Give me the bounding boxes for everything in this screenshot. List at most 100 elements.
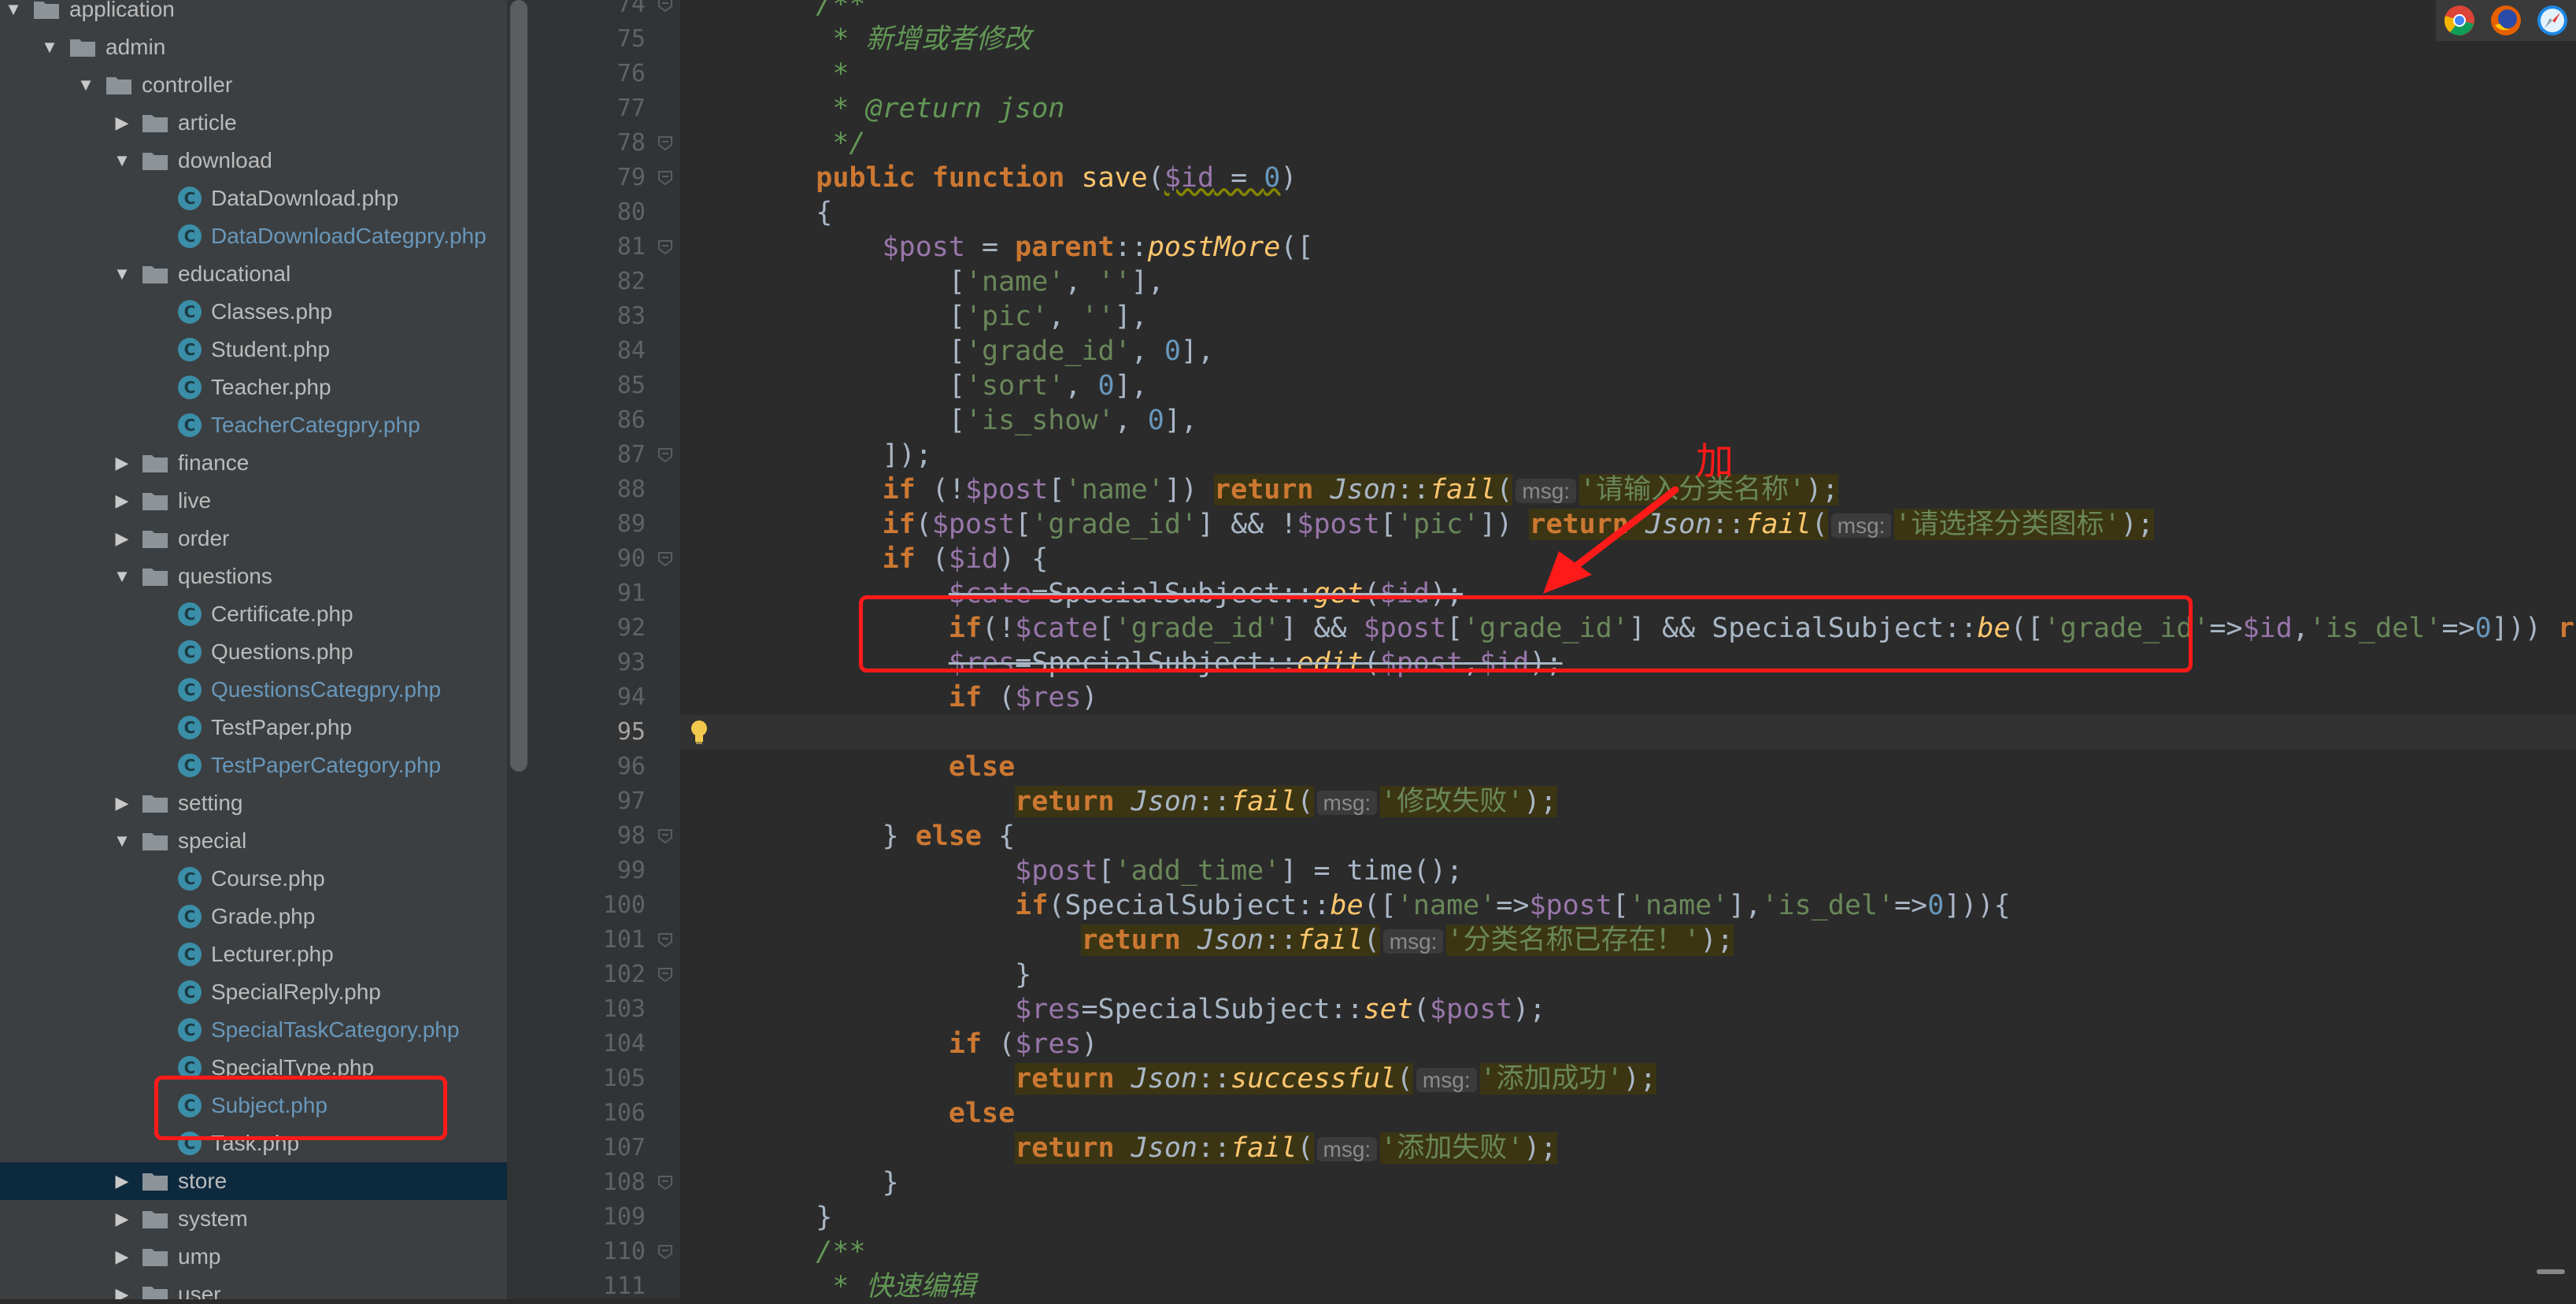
code-line[interactable]: return Json::fail(msg: '添加失败'); (680, 1131, 2576, 1165)
tree-folder[interactable]: ▶ live (0, 482, 507, 520)
tree-folder[interactable]: ▶ article (0, 104, 507, 142)
tree-file[interactable]: C DataDownload.php (0, 180, 507, 217)
tree-folder[interactable]: ▶ system (0, 1200, 507, 1238)
tree-folder[interactable]: ▶ user (0, 1276, 507, 1299)
code-line[interactable]: return Json::fail(msg: '分类名称已存在！'); (680, 923, 2576, 958)
fold-marker-icon[interactable] (657, 239, 674, 255)
code-line[interactable]: public function save($id = 0) (680, 161, 2576, 195)
chevron-down-icon[interactable]: ▼ (109, 264, 135, 284)
chevron-down-icon[interactable]: ▼ (36, 37, 63, 57)
fold-marker-icon[interactable] (657, 1244, 674, 1260)
tree-file[interactable]: C SpecialTaskCategory.php (0, 1011, 507, 1049)
tree-folder[interactable]: ▼ questions (0, 558, 507, 595)
tree-file[interactable]: C Questions.php (0, 633, 507, 671)
code-line[interactable]: ['grade_id', 0], (680, 334, 2576, 369)
tree-file[interactable]: C TestPaper.php (0, 709, 507, 746)
code-line[interactable]: } else { (680, 819, 2576, 854)
tree-file[interactable]: C Classes.php (0, 293, 507, 331)
code-line[interactable]: ['is_show', 0], (680, 403, 2576, 438)
tree-folder[interactable]: ▶ order (0, 520, 507, 558)
code-token: /** (816, 0, 866, 20)
code-line[interactable]: * @return json (680, 91, 2576, 126)
tree-folder[interactable]: ▶ ump (0, 1238, 507, 1276)
code-line[interactable]: } (680, 1200, 2576, 1235)
code-line[interactable]: if ($res) (680, 1027, 2576, 1061)
code-token: 'pic' (1396, 509, 1480, 540)
chevron-right-icon[interactable]: ▶ (109, 793, 135, 813)
code-line[interactable]: ['name', ''], (680, 265, 2576, 299)
fold-marker-icon[interactable] (657, 0, 674, 13)
tree-file[interactable]: C SpecialReply.php (0, 973, 507, 1011)
code-line[interactable]: ['pic', ''], (680, 299, 2576, 334)
code-line[interactable]: else (680, 750, 2576, 784)
fold-marker-icon[interactable] (657, 551, 674, 567)
chevron-down-icon[interactable]: ▼ (0, 0, 27, 20)
fold-marker-icon[interactable] (657, 1175, 674, 1191)
tree-folder[interactable]: ▶ setting (0, 784, 507, 822)
tree-file[interactable]: C QuestionsCategpry.php (0, 671, 507, 709)
tree-file[interactable]: C Course.php (0, 860, 507, 898)
chevron-right-icon[interactable]: ▶ (109, 1171, 135, 1191)
line-number: 87 (616, 441, 646, 469)
code-line[interactable]: $post['add_time'] = time(); (680, 854, 2576, 888)
tree-folder[interactable]: ▶ store (0, 1162, 507, 1200)
tree-file[interactable]: C TestPaperCategory.php (0, 746, 507, 784)
tree-file[interactable]: C DataDownloadCategpry.php (0, 217, 507, 255)
code-line[interactable]: $res=SpecialSubject::set($post); (680, 992, 2576, 1027)
tree-file[interactable]: C Student.php (0, 331, 507, 369)
tree-folder[interactable]: ▼ controller (0, 66, 507, 104)
tree-folder[interactable]: ▼ admin (0, 28, 507, 66)
chevron-right-icon[interactable]: ▶ (109, 528, 135, 549)
fold-marker-icon[interactable] (657, 447, 674, 463)
tree-folder[interactable]: ▼ download (0, 142, 507, 180)
lightbulb-icon[interactable] (690, 720, 709, 745)
chevron-right-icon[interactable]: ▶ (109, 491, 135, 511)
code-line[interactable]: if ($res) (680, 680, 2576, 715)
chevron-right-icon[interactable]: ▶ (109, 453, 135, 473)
folder-icon (142, 150, 168, 171)
code-line[interactable]: /** (680, 0, 2576, 22)
fold-marker-icon[interactable] (657, 967, 674, 983)
fold-marker-icon[interactable] (657, 135, 674, 151)
fold-marker-icon[interactable] (657, 170, 674, 186)
tree-folder[interactable]: ▶ finance (0, 444, 507, 482)
tree-folder[interactable]: ▼ special (0, 822, 507, 860)
chevron-right-icon[interactable]: ▶ (109, 1247, 135, 1267)
code-token: public function (816, 162, 1082, 194)
code-line[interactable]: return Json::successful(msg: '添加成功'); (680, 1061, 2576, 1096)
code-line[interactable]: * 新增或者修改 (680, 22, 2576, 57)
chevron-down-icon[interactable]: ▼ (72, 75, 99, 95)
chevron-right-icon[interactable]: ▶ (109, 113, 135, 133)
code-line[interactable]: /** (680, 1235, 2576, 1269)
fold-marker-icon[interactable] (657, 828, 674, 844)
tree-file[interactable]: C TeacherCategpry.php (0, 406, 507, 444)
tree-file[interactable]: C Lecturer.php (0, 935, 507, 973)
code-line[interactable]: * (680, 57, 2576, 91)
code-line[interactable]: ['sort', 0], (680, 369, 2576, 403)
fold-marker-icon[interactable] (657, 932, 674, 948)
code-line[interactable]: } (680, 958, 2576, 992)
chevron-right-icon[interactable]: ▶ (109, 1209, 135, 1229)
tree-folder[interactable]: ▼ educational (0, 255, 507, 293)
tree-file[interactable]: C Teacher.php (0, 369, 507, 406)
chevron-right-icon[interactable]: ▶ (109, 1284, 135, 1299)
safari-icon[interactable] (2537, 5, 2568, 36)
code-line[interactable]: * 快速编辑 (680, 1269, 2576, 1299)
code-line[interactable]: { (680, 195, 2576, 230)
tree-file[interactable]: C Certificate.php (0, 595, 507, 633)
chrome-icon[interactable] (2444, 5, 2475, 36)
firefox-icon[interactable] (2490, 5, 2522, 36)
chevron-down-icon[interactable]: ▼ (109, 150, 135, 171)
chevron-down-icon[interactable]: ▼ (109, 566, 135, 587)
tree-folder[interactable]: ▼ application (0, 0, 507, 28)
chevron-down-icon[interactable]: ▼ (109, 831, 135, 851)
code-line[interactable]: */ (680, 126, 2576, 161)
code-line[interactable]: ]); (680, 438, 2576, 472)
code-line[interactable]: $post = parent::postMore([ (680, 230, 2576, 265)
code-line[interactable]: } (680, 1165, 2576, 1200)
tree-scrollbar-thumb[interactable] (510, 0, 527, 772)
tree-file[interactable]: C Grade.php (0, 898, 507, 935)
code-line[interactable]: return Json::fail(msg: '修改失败'); (680, 784, 2576, 819)
code-line[interactable]: else (680, 1096, 2576, 1131)
code-line[interactable]: if(SpecialSubject::be(['name'=>$post['na… (680, 888, 2576, 923)
